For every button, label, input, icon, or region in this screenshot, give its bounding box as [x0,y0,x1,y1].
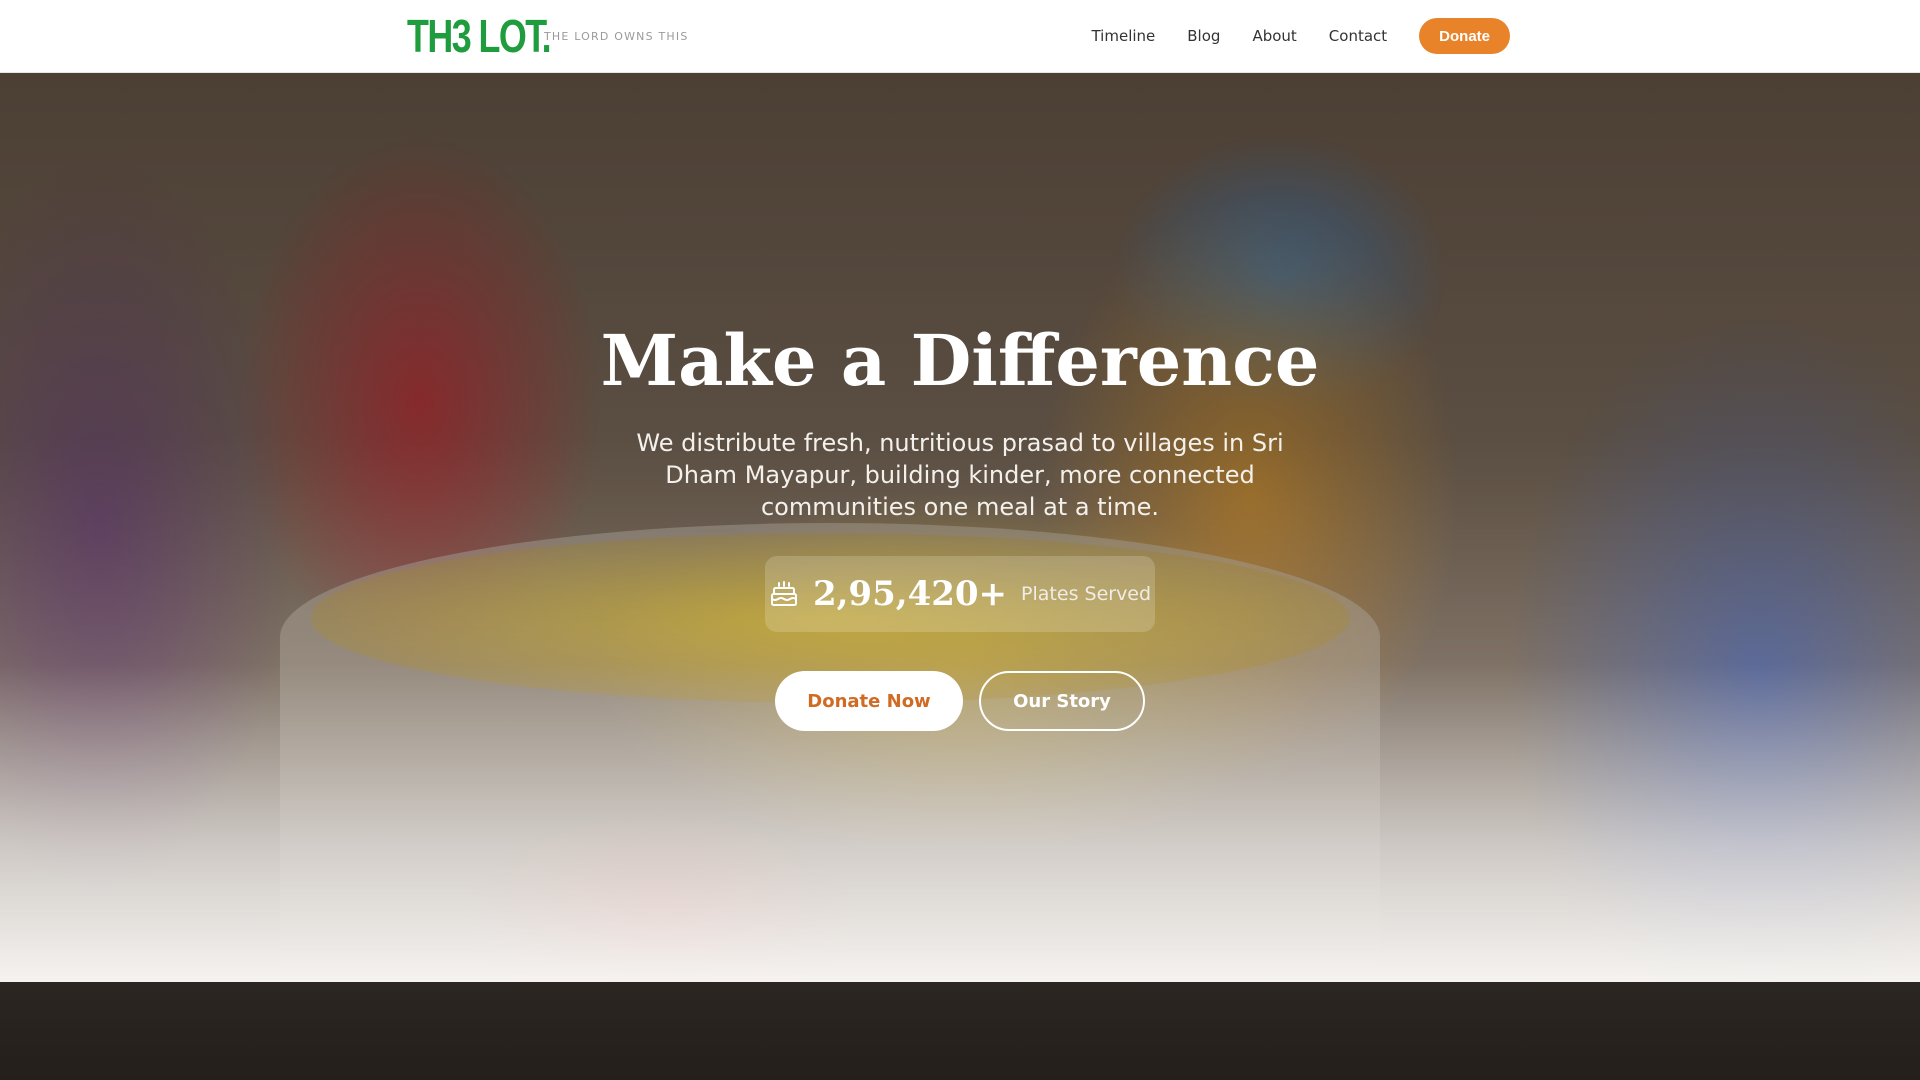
hero-buttons: Donate Now Our Story [0,671,1920,731]
donate-now-button[interactable]: Donate Now [775,671,963,731]
tagline: THE LORD OWNS THIS [544,30,689,43]
logo[interactable]: TH3 LOT. [407,12,552,60]
stat-label: Plates Served [1021,583,1152,605]
cake-icon [769,579,799,609]
brand[interactable]: TH3 LOT. THE LORD OWNS THIS [407,12,687,60]
nav-link-about[interactable]: About [1252,18,1296,54]
next-section-dark [0,982,1920,1080]
our-story-button[interactable]: Our Story [979,671,1145,731]
nav-link-blog[interactable]: Blog [1187,18,1220,54]
hero-title: Make a Difference [600,319,1320,402]
stat-value: 2,95,420+ [812,574,1008,614]
plates-served-stat: 2,95,420+ Plates Served [765,556,1155,632]
nav-link-contact[interactable]: Contact [1329,18,1387,54]
main-nav: Timeline Blog About Contact Donate [1091,18,1510,54]
hero-section: Make a Difference We distribute fresh, n… [0,73,1920,982]
header-donate-button[interactable]: Donate [1419,18,1510,54]
nav-link-timeline[interactable]: Timeline [1091,18,1155,54]
hero-subtitle: We distribute fresh, nutritious prasad t… [636,429,1284,521]
hero-overlay [0,73,1920,982]
site-header: TH3 LOT. THE LORD OWNS THIS Timeline Blo… [0,0,1920,73]
